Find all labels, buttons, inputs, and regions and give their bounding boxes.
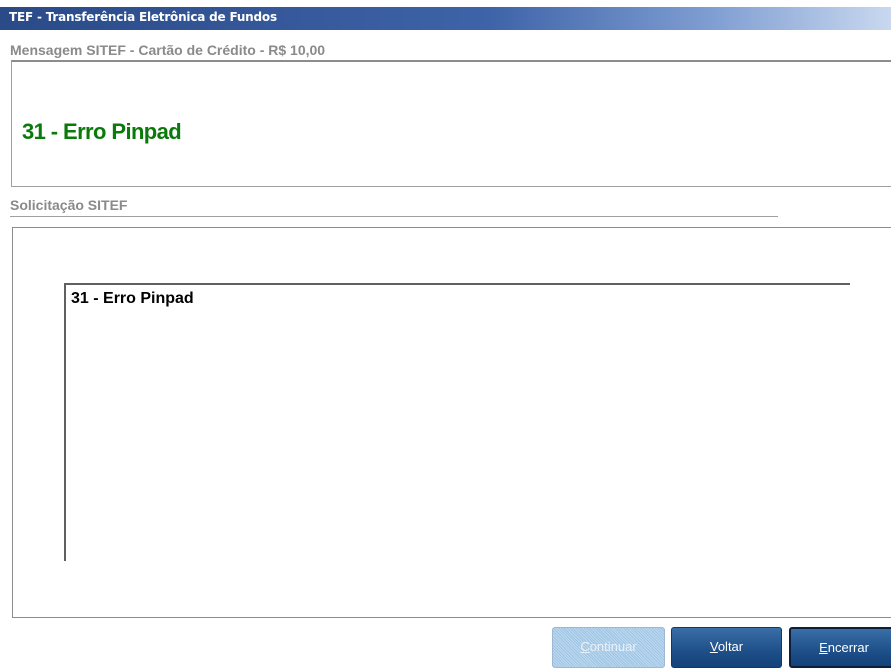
request-section-divider	[10, 216, 778, 217]
request-message-text: 31 - Erro Pinpad	[71, 290, 194, 307]
title-bar[interactable]: TEF - Transferência Eletrônica de Fundos	[0, 7, 891, 30]
close-button-label: ncerrar	[827, 640, 869, 655]
back-button-label: oltar	[717, 639, 744, 654]
tef-dialog: TEF - Transferência Eletrônica de Fundos…	[0, 0, 891, 668]
message-section-label: Mensagem SITEF - Cartão de Crédito - R$ …	[10, 42, 326, 58]
back-button[interactable]: Voltar	[671, 627, 782, 668]
message-panel: 31 - Erro Pinpad	[11, 60, 891, 187]
message-text: 31 - Erro Pinpad	[22, 119, 182, 144]
request-section-label: Solicitação SITEF	[10, 197, 128, 213]
close-button[interactable]: Encerrar	[789, 627, 891, 668]
window-title: TEF - Transferência Eletrônica de Fundos	[9, 10, 277, 24]
continue-button-accel: C	[580, 639, 590, 654]
back-button-accel: V	[709, 639, 718, 654]
close-button-accel: E	[819, 640, 828, 655]
continue-button-label: ontinuar	[589, 639, 637, 654]
continue-button[interactable]: Continuar	[552, 627, 665, 668]
request-message-box: 31 - Erro Pinpad	[64, 283, 850, 561]
